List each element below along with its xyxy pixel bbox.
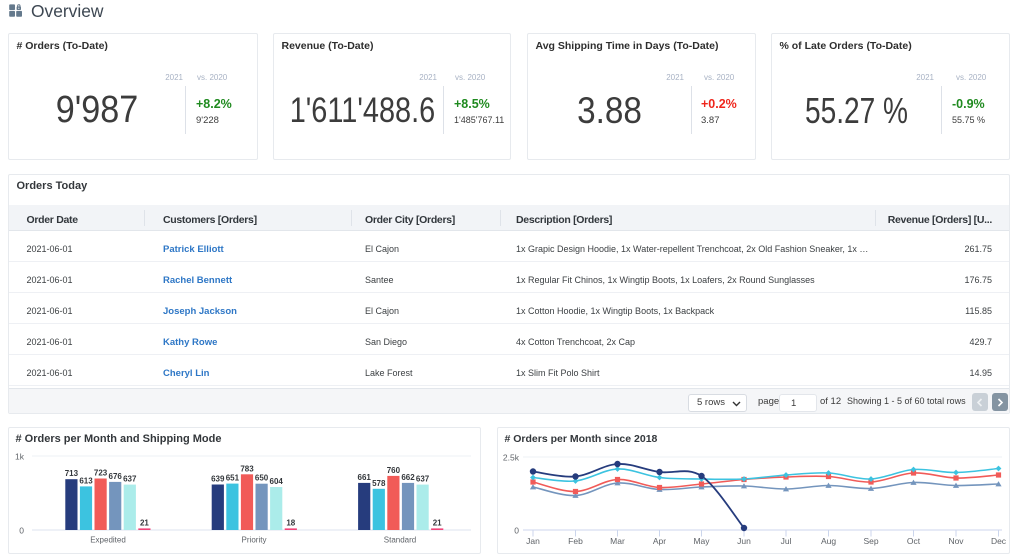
- svg-text:Jul: Jul: [781, 536, 792, 546]
- svg-text:Sep: Sep: [863, 536, 878, 546]
- svg-text:Nov: Nov: [948, 536, 964, 546]
- svg-text:651: 651: [226, 474, 240, 483]
- svg-text:Standard: Standard: [384, 536, 416, 545]
- svg-text:Apr: Apr: [653, 536, 666, 546]
- svg-text:650: 650: [255, 474, 269, 483]
- svg-text:Aug: Aug: [821, 536, 836, 546]
- svg-text:Expedited: Expedited: [90, 536, 126, 545]
- svg-text:21: 21: [433, 518, 442, 527]
- svg-text:783: 783: [240, 464, 254, 473]
- svg-text:713: 713: [65, 469, 79, 478]
- svg-text:2.5k: 2.5k: [503, 453, 520, 463]
- svg-text:578: 578: [372, 479, 386, 488]
- svg-text:637: 637: [123, 475, 137, 484]
- svg-text:0: 0: [19, 526, 24, 536]
- svg-text:Priority: Priority: [242, 536, 267, 545]
- svg-text:662: 662: [401, 473, 415, 482]
- svg-text:637: 637: [416, 475, 430, 484]
- svg-text:760: 760: [387, 466, 401, 475]
- svg-text:676: 676: [109, 472, 123, 481]
- svg-text:21: 21: [140, 518, 149, 527]
- svg-text:604: 604: [270, 477, 284, 486]
- svg-text:Oct: Oct: [907, 536, 921, 546]
- svg-text:613: 613: [79, 476, 93, 485]
- svg-text:639: 639: [211, 475, 225, 484]
- svg-text:18: 18: [286, 518, 295, 527]
- svg-text:Mar: Mar: [610, 536, 625, 546]
- svg-text:0: 0: [514, 526, 519, 536]
- svg-text:Feb: Feb: [568, 536, 583, 546]
- svg-text:1k: 1k: [15, 452, 25, 462]
- svg-text:Dec: Dec: [991, 536, 1007, 546]
- svg-text:Jan: Jan: [526, 536, 540, 546]
- svg-text:661: 661: [358, 473, 372, 482]
- svg-text:Jun: Jun: [737, 536, 751, 546]
- svg-text:723: 723: [94, 469, 108, 478]
- svg-text:May: May: [693, 536, 710, 546]
